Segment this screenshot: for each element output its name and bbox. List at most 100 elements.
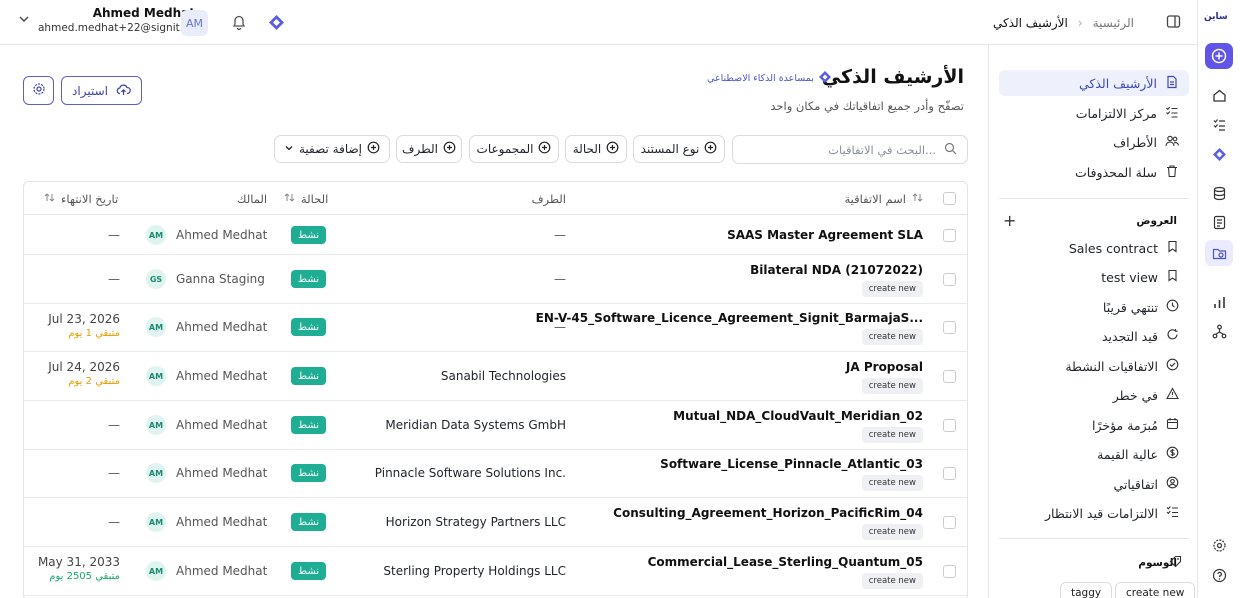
table-row[interactable]: Bilateral NDA (21072022) create new — نش… xyxy=(24,255,967,304)
settings-icon[interactable] xyxy=(1210,536,1228,554)
home-icon[interactable] xyxy=(1210,86,1228,104)
ai-diamond-icon[interactable] xyxy=(1210,145,1228,163)
end-date-cell: Jul 24, 2026 متبقي 2 يوم xyxy=(48,360,120,387)
page-title: الأرشيف الذكي xyxy=(821,66,964,88)
create-new-tag[interactable]: create new xyxy=(861,524,923,540)
table-row[interactable]: Software_License_Pinnacle_Atlantic_03 cr… xyxy=(24,450,967,498)
status-badge: نشط xyxy=(291,318,326,336)
sidebar-item-smart-archive[interactable]: الأرشيف الذكي xyxy=(999,70,1189,96)
agreement-name[interactable]: Bilateral NDA (21072022) xyxy=(750,263,923,277)
settings-button[interactable] xyxy=(23,76,54,105)
bell-icon[interactable] xyxy=(230,13,248,34)
search-input[interactable]: البحث في الاتفاقيات... xyxy=(732,135,968,164)
create-new-tag[interactable]: create new xyxy=(861,475,923,491)
column-header-end-date[interactable]: تاريخ الانتهاء xyxy=(44,192,118,206)
chevron-down-icon[interactable] xyxy=(18,13,30,28)
owner-name: Ahmed Medhat xyxy=(176,320,268,334)
page-subtitle: تصفّح وأدر جميع اتفاقياتك في مكان واحد xyxy=(770,99,964,113)
sidebar-item-trash[interactable]: سلة المحذوفات xyxy=(999,159,1189,185)
row-checkbox[interactable] xyxy=(943,321,956,334)
table-row[interactable]: Commercial_Lease_Sterling_Quantum_05 cre… xyxy=(24,547,967,596)
folder-search-icon[interactable] xyxy=(1205,240,1233,266)
row-checkbox[interactable] xyxy=(943,565,956,578)
table-row[interactable]: Consulting_Agreement_Horizon_PacificRim_… xyxy=(24,498,967,547)
table-row[interactable]: SAAS Master Agreement SLA — نشط AM Ahmed… xyxy=(24,216,967,255)
sort-icon xyxy=(912,192,923,206)
ai-diamond-icon[interactable] xyxy=(268,14,285,34)
sidebar-toggle-icon[interactable] xyxy=(1166,14,1181,32)
settings-icon xyxy=(32,82,46,99)
view-item-renewing[interactable]: قيد التجديد xyxy=(999,323,1189,349)
breadcrumb-home[interactable]: الرئيسية xyxy=(1093,16,1134,30)
avatar[interactable]: AM xyxy=(181,10,208,36)
agreement-name[interactable]: Commercial_Lease_Sterling_Quantum_05 xyxy=(648,555,923,569)
status-badge: نشط xyxy=(291,367,326,385)
filter-doc-type[interactable]: نوع المستند xyxy=(633,135,725,163)
column-header-party: الطرف xyxy=(532,192,566,206)
analytics-icon[interactable] xyxy=(1210,293,1228,311)
row-checkbox[interactable] xyxy=(943,229,956,242)
filter-status[interactable]: الحالة xyxy=(565,135,627,163)
ai-badge-label: بمساعدة الذكاء الاصطناعي xyxy=(707,73,814,84)
agreement-name[interactable]: Software_License_Pinnacle_Atlantic_03 xyxy=(660,457,923,471)
sidebar-item-label: مركز الالتزامات xyxy=(1075,105,1157,121)
help-icon[interactable] xyxy=(1210,566,1228,584)
agreement-name[interactable]: Mutual_NDA_CloudVault_Meridian_02 xyxy=(673,409,923,423)
import-button[interactable]: استيراد xyxy=(61,76,142,105)
list-check-icon xyxy=(1166,505,1179,521)
avatar: GS xyxy=(146,269,166,289)
tag-create-new[interactable]: create new xyxy=(1115,582,1196,598)
database-icon[interactable] xyxy=(1210,184,1228,202)
agreement-name-cell: Commercial_Lease_Sterling_Quantum_05 cre… xyxy=(648,555,923,589)
create-new-tag[interactable]: create new xyxy=(861,329,923,345)
document-list-icon[interactable] xyxy=(1210,213,1228,231)
create-new-tag[interactable]: create new xyxy=(861,427,923,443)
filter-party[interactable]: الطرف xyxy=(396,135,462,163)
plus-circle-icon xyxy=(704,141,717,157)
add-view-button[interactable]: + xyxy=(1003,211,1016,230)
create-new-tag[interactable]: create new xyxy=(861,573,923,589)
create-new-tag[interactable]: create new xyxy=(861,378,923,394)
row-checkbox[interactable] xyxy=(943,370,956,383)
sidebar-item-obligations-center[interactable]: مركز الالتزامات xyxy=(999,100,1189,126)
view-item-recently-concluded[interactable]: مُبرَمة مؤخرًا xyxy=(999,412,1189,438)
create-new-tag[interactable]: create new xyxy=(861,281,923,297)
workflow-icon[interactable] xyxy=(1210,322,1228,340)
bookmark-icon xyxy=(1166,240,1179,256)
view-item-active-agreements[interactable]: الاتفاقيات النشطة xyxy=(999,353,1189,379)
user-menu[interactable]: Ahmed Medhat ahmed.medhat+22@signit.sa xyxy=(18,6,195,35)
clock-icon xyxy=(1166,299,1179,315)
view-item-my-agreements[interactable]: اتفاقياتي xyxy=(999,471,1189,497)
tasks-icon[interactable] xyxy=(1210,115,1228,133)
add-filter-dropdown[interactable]: إضافة تصفية xyxy=(274,135,390,163)
create-button[interactable] xyxy=(1205,43,1233,69)
view-item-sales-contract[interactable]: Sales contract xyxy=(999,235,1189,261)
agreement-name[interactable]: EN-V-45_Software_Licence_Agreement_Signi… xyxy=(536,311,923,325)
view-item-high-value[interactable]: عالية القيمة xyxy=(999,441,1189,467)
select-all-checkbox[interactable] xyxy=(943,192,956,205)
sidebar-item-parties[interactable]: الأطراف xyxy=(999,129,1189,155)
column-header-name[interactable]: اسم الاتفاقية xyxy=(844,192,923,206)
row-checkbox[interactable] xyxy=(943,273,956,286)
agreement-name[interactable]: JA Proposal xyxy=(846,360,923,374)
agreement-name[interactable]: SAAS Master Agreement SLA xyxy=(727,228,923,242)
tag-taggy[interactable]: taggy xyxy=(1060,582,1113,598)
row-checkbox[interactable] xyxy=(943,467,956,480)
agreement-name[interactable]: Consulting_Agreement_Horizon_PacificRim_… xyxy=(613,506,923,520)
column-header-status[interactable]: الحالة xyxy=(284,192,328,206)
view-item-at-risk[interactable]: في خطر xyxy=(999,382,1189,408)
row-checkbox[interactable] xyxy=(943,516,956,529)
table-row[interactable]: Mutual_NDA_CloudVault_Meridian_02 create… xyxy=(24,401,967,450)
status-badge: نشط xyxy=(291,562,326,580)
view-item-pending-obligations[interactable]: الالتزامات قيد الانتظار xyxy=(999,500,1189,526)
view-item-expiring-soon[interactable]: تنتهي قريبًا xyxy=(999,294,1189,320)
table-row[interactable]: EN-V-45_Software_Licence_Agreement_Signi… xyxy=(24,304,967,352)
sidebar-item-label: الأطراف xyxy=(1113,134,1157,150)
ai-badge: بمساعدة الذكاء الاصطناعي xyxy=(707,70,832,87)
filter-groups[interactable]: المجموعات xyxy=(469,135,559,163)
view-item-test-view[interactable]: test view xyxy=(999,264,1189,290)
user-email: ahmed.medhat+22@signit.sa xyxy=(38,21,195,34)
table-row[interactable]: JA Proposal create new Sanabil Technolog… xyxy=(24,352,967,401)
app-logo[interactable]: ساين xyxy=(1204,12,1228,22)
row-checkbox[interactable] xyxy=(943,419,956,432)
